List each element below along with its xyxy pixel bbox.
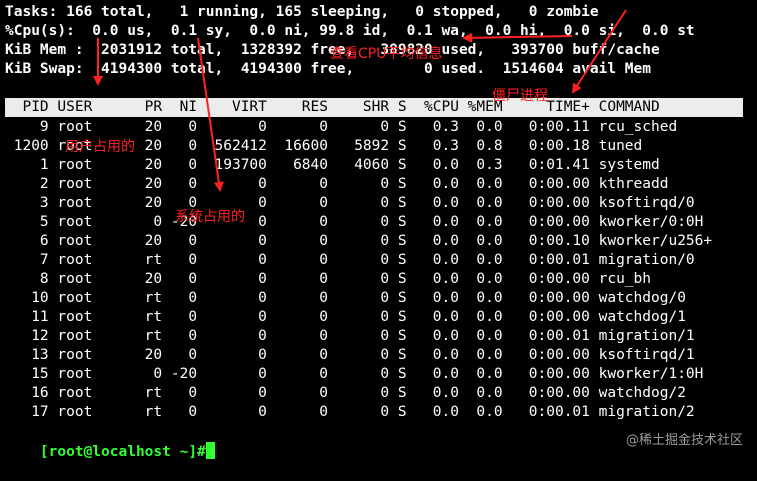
process-row: 10 root rt 0 0 0 0 S 0.0 0.0 0:00.00 wat… — [5, 290, 686, 306]
swap-summary-line: KiB Swap: 4194300 total, 4194300 free, 0… — [5, 61, 652, 77]
process-row: 17 root rt 0 0 0 0 S 0.0 0.0 0:00.01 mig… — [5, 404, 695, 420]
process-row: 1 root 20 0 193700 6840 4060 S 0.0 0.3 0… — [5, 157, 660, 173]
process-row: 6 root 20 0 0 0 0 S 0.0 0.0 0:00.10 kwor… — [5, 233, 713, 249]
process-row: 16 root rt 0 0 0 0 S 0.0 0.0 0:00.00 wat… — [5, 385, 686, 401]
annotation-zombie: 僵尸进程 — [492, 88, 548, 104]
tasks-summary-line: Tasks: 166 total, 1 running, 165 sleepin… — [5, 4, 599, 20]
process-row: 13 root 20 0 0 0 0 S 0.0 0.0 0:00.00 kso… — [5, 347, 695, 363]
process-row: 3 root 20 0 0 0 0 S 0.0 0.0 0:00.00 ksof… — [5, 195, 695, 211]
terminal-window[interactable]: Tasks: 166 total, 1 running, 165 sleepin… — [0, 0, 757, 462]
watermark: @稀土掘金技术社区 — [625, 433, 743, 448]
terminal-cursor — [205, 442, 215, 459]
process-row: 12 root rt 0 0 0 0 S 0.0 0.0 0:00.01 mig… — [5, 328, 695, 344]
annotation-system-usage: 系统占用的 — [175, 209, 245, 225]
shell-prompt: [root@localhost ~]# — [39, 444, 206, 460]
process-row: 5 root 0 -20 0 0 0 S 0.0 0.0 0:00.00 kwo… — [5, 214, 704, 230]
process-row: 2 root 20 0 0 0 0 S 0.0 0.0 0:00.00 kthr… — [5, 176, 669, 192]
annotation-cpu-info: 查看CPU平均信息 — [330, 46, 443, 62]
process-row: 11 root rt 0 0 0 0 S 0.0 0.0 0:00.00 wat… — [5, 309, 686, 325]
cpu-summary-line: %Cpu(s): 0.0 us, 0.1 sy, 0.0 ni, 99.8 id… — [5, 23, 695, 39]
process-row: 9 root 20 0 0 0 0 S 0.3 0.0 0:00.11 rcu_… — [5, 119, 678, 135]
process-row: 7 root rt 0 0 0 0 S 0.0 0.0 0:00.01 migr… — [5, 252, 695, 268]
process-row: 8 root 20 0 0 0 0 S 0.0 0.0 0:00.00 rcu_… — [5, 271, 652, 287]
process-row: 15 root 0 -20 0 0 0 S 0.0 0.0 0:00.00 kw… — [5, 366, 704, 382]
annotation-user-usage: 用户占用的 — [65, 139, 135, 155]
process-table-header: PID USER PR NI VIRT RES SHR S %CPU %MEM … — [5, 99, 660, 115]
shell-prompt-line[interactable]: [root@localhost ~]# — [5, 423, 215, 460]
